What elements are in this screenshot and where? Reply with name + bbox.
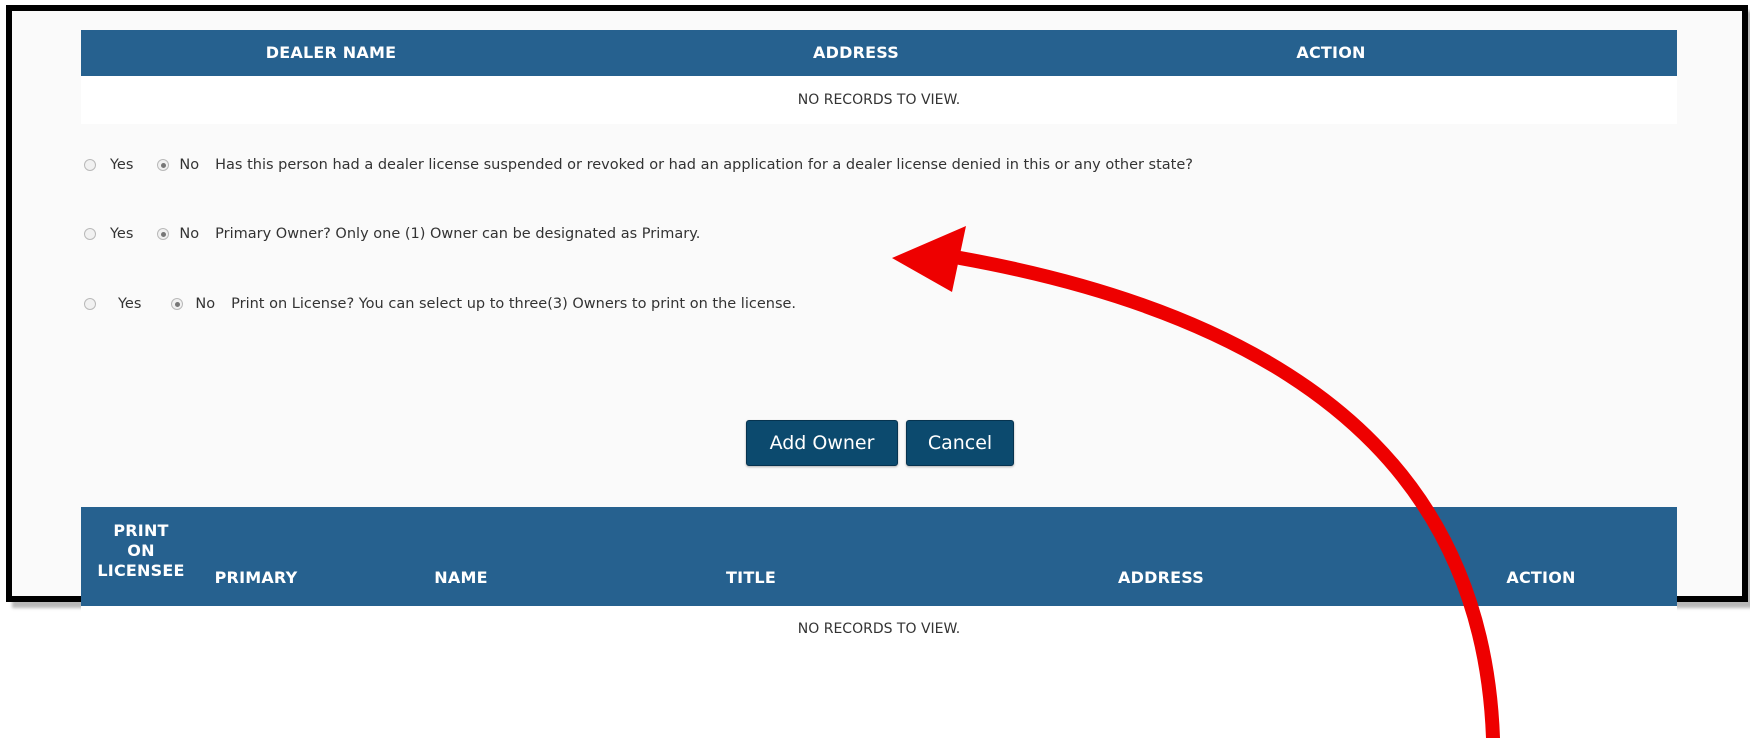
arrow-curve — [953, 251, 1500, 738]
arrow-head-icon — [892, 226, 966, 292]
annotation-arrow — [892, 226, 1500, 738]
